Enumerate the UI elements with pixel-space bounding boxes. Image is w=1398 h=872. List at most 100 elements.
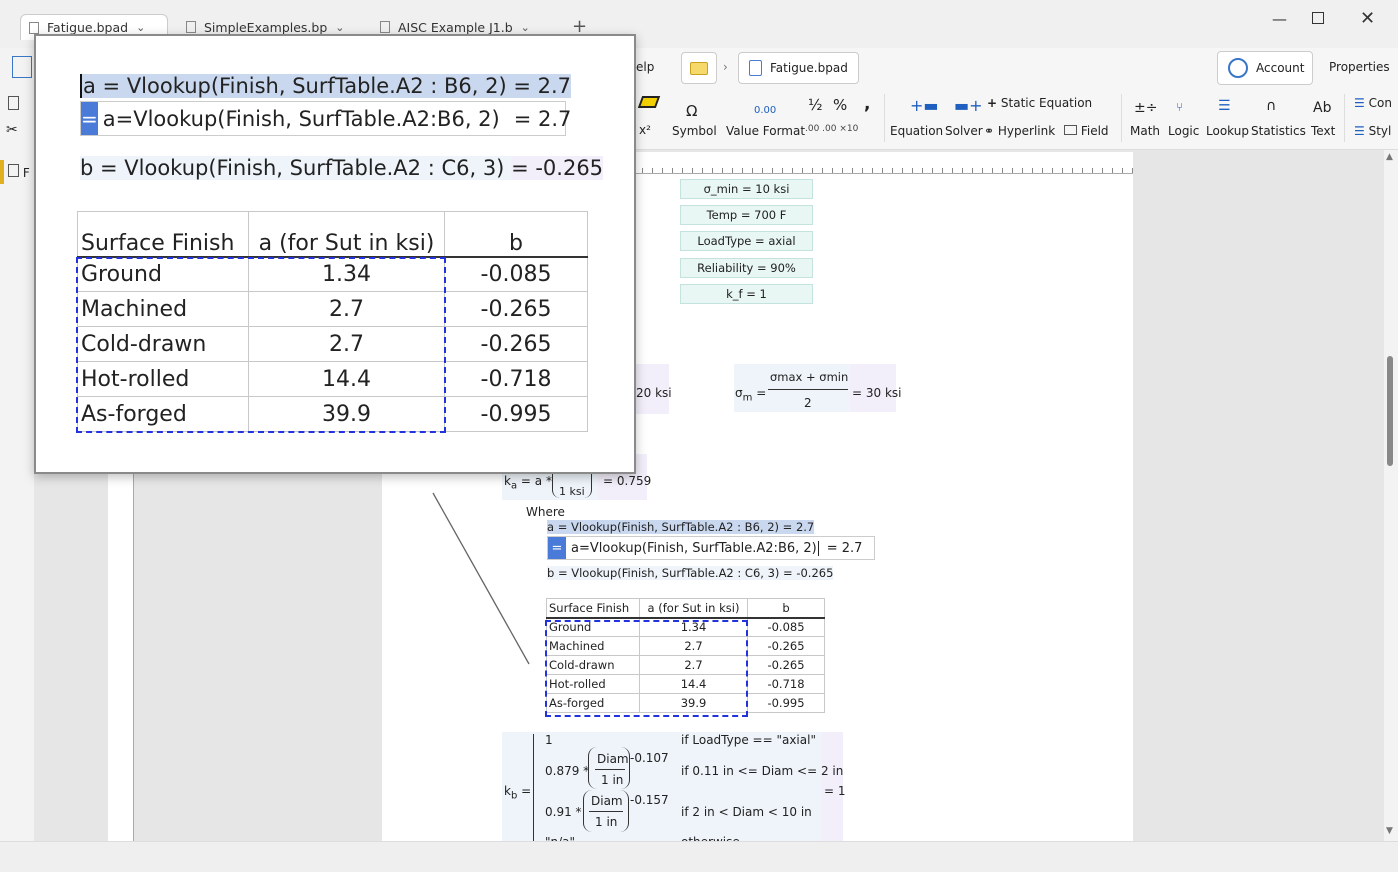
- equation-editor[interactable]: = a=Vlookup(Finish, SurfTable.A2:B6, 2) …: [547, 536, 875, 560]
- kb-equation[interactable]: [502, 732, 843, 841]
- editor-eq-badge: =: [548, 537, 566, 559]
- account-button[interactable]: Account: [1217, 51, 1313, 85]
- editor-text: a=Vlookup(Finish, SurfTable.A2:B6, 2): [571, 540, 819, 556]
- variable-box[interactable]: Temp = 700 F: [680, 205, 813, 225]
- range-selection-large: [76, 257, 446, 433]
- table-header: a (for Sut in ksi): [248, 211, 445, 257]
- variable-box[interactable]: k_f = 1: [680, 284, 813, 304]
- fraction-bar: [595, 769, 625, 770]
- popup-equation-editor[interactable]: = a=Vlookup(Finish, SurfTable.A2:B6, 2) …: [80, 101, 571, 136]
- hyperlink-button[interactable]: ⚭ Hyperlink: [984, 124, 1055, 138]
- superscript-button[interactable]: x²: [639, 123, 651, 137]
- chevron-down-icon[interactable]: ⌄: [136, 21, 145, 34]
- account-icon: [1228, 58, 1248, 78]
- table-cell: -0.265: [747, 655, 825, 675]
- vertical-scrollbar[interactable]: [1386, 150, 1398, 841]
- statistics-button[interactable]: Statistics: [1251, 124, 1306, 138]
- fraction-bar: [768, 389, 848, 390]
- kb-result: = 1: [824, 784, 846, 798]
- decimal-icons[interactable]: .00 .00 ×10: [805, 124, 858, 134]
- page-item[interactable]: F: [8, 164, 30, 180]
- table-cell: -0.265: [444, 326, 588, 362]
- new-file-icon[interactable]: [8, 96, 19, 110]
- file-name: Fatigue.bpad: [770, 61, 848, 75]
- maximize-icon[interactable]: [1312, 12, 1324, 24]
- minimize-icon[interactable]: —: [1272, 10, 1287, 28]
- table-header: Surface Finish: [546, 598, 640, 618]
- percent-button[interactable]: %: [833, 96, 847, 114]
- layout-icon[interactable]: [12, 56, 32, 78]
- magnifier-popup: a = Vlookup(Finish, SurfTable.A2 : B6, 2…: [34, 34, 636, 474]
- lookup-button[interactable]: Lookup: [1206, 124, 1249, 138]
- doc-icon: [380, 21, 390, 33]
- variable-box[interactable]: σ_min = 10 ksi: [680, 179, 813, 199]
- table-cell: -0.995: [747, 693, 825, 713]
- popup-b-line[interactable]: b = Vlookup(Finish, SurfTable.A2 : C6, 3…: [80, 156, 604, 180]
- solver-button[interactable]: Solver: [945, 124, 983, 138]
- math-icon: ±÷: [1134, 100, 1158, 116]
- text-button[interactable]: Text: [1311, 124, 1335, 138]
- logic-button[interactable]: Logic: [1168, 124, 1199, 138]
- kb-case-cond: if 0.11 in <= Diam <= 2 in: [681, 764, 844, 778]
- scroll-down-icon[interactable]: ▼: [1386, 826, 1393, 836]
- ribbon-separator: [1344, 94, 1345, 142]
- b-equation-line[interactable]: b = Vlookup(Finish, SurfTable.A2 : C6, 3…: [547, 566, 834, 580]
- math-button[interactable]: Math: [1130, 124, 1160, 138]
- folder-button[interactable]: [681, 52, 717, 84]
- variable-box[interactable]: Reliability = 90%: [680, 258, 813, 278]
- link-icon: ⚭: [984, 124, 995, 138]
- a-equation-line[interactable]: a = Vlookup(Finish, SurfTable.A2 : B6, 2…: [547, 520, 815, 534]
- table-cell: -0.995: [444, 396, 588, 432]
- account-label: Account: [1256, 61, 1305, 75]
- style-button[interactable]: ☰ Styl: [1354, 124, 1391, 138]
- comma-button[interactable]: ,: [864, 94, 870, 114]
- magnifier-connector: [432, 492, 530, 665]
- chevron-down-icon[interactable]: ⌄: [335, 21, 344, 34]
- kb-case-expr: 0.91 *: [545, 805, 582, 819]
- doc-icon: [29, 21, 39, 34]
- con-button[interactable]: ☰ Con: [1354, 96, 1392, 110]
- popup-a-line[interactable]: a = Vlookup(Finish, SurfTable.A2 : B6, 2…: [80, 74, 572, 98]
- chevron-down-icon[interactable]: ⌄: [521, 21, 530, 34]
- kb-lhs: kb =: [504, 784, 532, 802]
- value-format-icon: 0.00: [754, 105, 777, 116]
- fraction-button[interactable]: ½: [808, 96, 823, 114]
- editor-result: = 2.7: [826, 540, 863, 556]
- value-format-button[interactable]: Value Format: [726, 124, 805, 138]
- ribbon-separator: [1121, 94, 1122, 142]
- scroll-up-icon[interactable]: ▲: [1386, 152, 1393, 162]
- equation-button[interactable]: Equation: [890, 124, 943, 138]
- static-equation-button[interactable]: + Static Equation: [987, 96, 1092, 110]
- breadcrumb-file[interactable]: Fatigue.bpad: [738, 52, 859, 84]
- cut-icon[interactable]: ✂: [6, 122, 18, 138]
- popup-editor-text: a=Vlookup(Finish, SurfTable.A2:B6, 2): [102, 106, 500, 131]
- table-header: b: [747, 598, 825, 618]
- popup-b-rhs: = -0.265: [511, 156, 604, 180]
- tab-label: AISC Example J1.b: [398, 19, 513, 35]
- kb-case-expr: "n/a": [545, 835, 575, 841]
- properties-button[interactable]: Properties: [1329, 60, 1390, 74]
- help-menu[interactable]: elp: [636, 60, 654, 74]
- solver-icon: ▬+: [954, 96, 983, 115]
- table-header: b: [444, 211, 588, 257]
- scroll-thumb[interactable]: [1387, 356, 1393, 466]
- table-cell: -0.718: [444, 361, 588, 397]
- kb-brace: [533, 734, 539, 841]
- tab-label: SimpleExamples.bp: [204, 19, 328, 35]
- close-icon[interactable]: ✕: [1360, 8, 1375, 29]
- table-header: a (for Sut in ksi): [639, 598, 748, 618]
- table-cell: -0.085: [747, 617, 825, 637]
- lookup-icon: ☰: [1218, 98, 1231, 114]
- tab-label: Fatigue.bpad: [47, 20, 129, 35]
- variable-box[interactable]: LoadType = axial: [680, 231, 813, 251]
- fraction-bar: [589, 811, 623, 812]
- table-cell: -0.265: [444, 291, 588, 327]
- symbol-button[interactable]: Symbol: [672, 124, 717, 138]
- kb-case-cond: otherwise: [681, 835, 740, 841]
- logic-icon: ⑂: [1176, 100, 1184, 114]
- popup-b-lhs: b = Vlookup(Finish, SurfTable.A2 : C6, 3…: [80, 156, 505, 180]
- field-button[interactable]: Field: [1064, 124, 1109, 138]
- kb-case-cond: if 2 in < Diam < 10 in: [681, 805, 812, 819]
- popup-editor-result: = 2.7: [513, 106, 572, 131]
- list-icon: ☰: [1354, 96, 1365, 110]
